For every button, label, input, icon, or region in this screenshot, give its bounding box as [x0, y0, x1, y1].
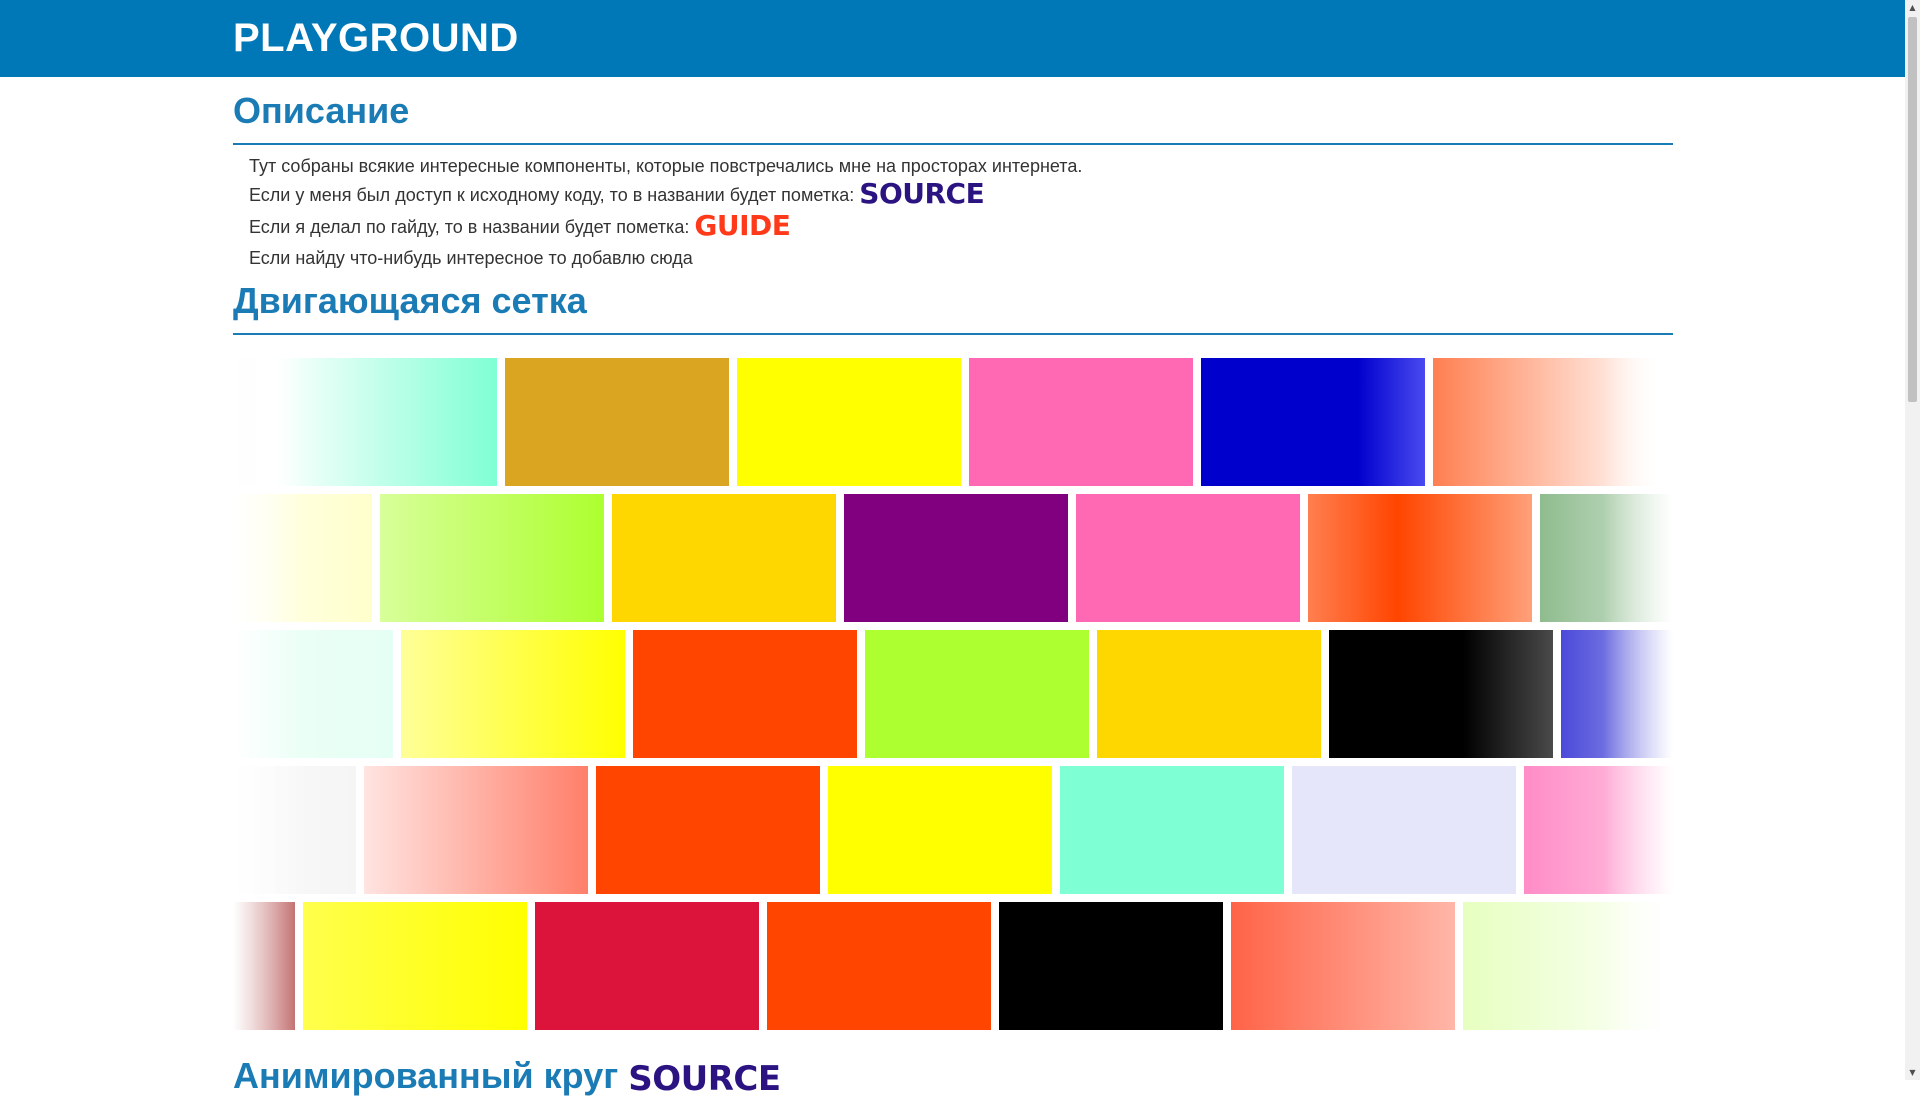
grid-tile: [844, 494, 1068, 622]
grid-tile: [596, 766, 820, 894]
guide-mark: GUIDE: [694, 209, 791, 242]
grid-tile: [364, 766, 588, 894]
grid-tile: [737, 358, 961, 486]
page-scrollbar[interactable]: ▲ ▼: [1905, 0, 1920, 1080]
grid-tile: [1076, 494, 1300, 622]
description-line-2-text: Если у меня был доступ к исходному коду,…: [249, 185, 855, 205]
description-line-3: Если я делал по гайду, то в названии буд…: [249, 209, 791, 242]
moving-grid-heading: Двигающаяся сетка: [233, 279, 1673, 335]
grid-row-3: [233, 630, 1673, 758]
scrollbar-thumb[interactable]: [1908, 17, 1917, 402]
grid-tile: [1201, 358, 1425, 486]
animated-circle-heading: Анимированный круг SOURCE: [233, 1054, 1673, 1111]
grid-tile: [865, 630, 1089, 758]
grid-tile: [767, 902, 991, 1030]
description-line-4: Если найду что-нибудь интересное то доба…: [249, 248, 693, 268]
grid-tile: [233, 630, 393, 758]
grid-tile: [1060, 766, 1284, 894]
grid-tile: [505, 358, 729, 486]
scroll-up-arrow-icon[interactable]: ▲: [1905, 0, 1920, 15]
grid-tile: [633, 630, 857, 758]
grid-row-1: [233, 358, 1673, 486]
grid-tile: [1524, 766, 1673, 894]
grid-tile: [233, 766, 356, 894]
description-line-3-text: Если я делал по гайду, то в названии буд…: [249, 217, 690, 237]
grid-tile: [1308, 494, 1532, 622]
grid-tile: [1097, 630, 1321, 758]
grid-tile: [999, 902, 1223, 1030]
grid-tile: [535, 902, 759, 1030]
grid-row-2: [233, 494, 1673, 622]
grid-tile: [233, 358, 265, 486]
grid-tile: [233, 902, 295, 1030]
source-mark: SOURCE: [859, 177, 985, 210]
moving-grid: [233, 354, 1673, 1034]
grid-tile: [401, 630, 625, 758]
description-line-1: Тут собраны всякие интересные компоненты…: [249, 156, 1083, 176]
animated-circle-title: Анимированный круг: [233, 1055, 619, 1096]
top-header: PLAYGROUND: [0, 0, 1905, 77]
grid-tile: [273, 358, 497, 486]
site-brand[interactable]: PLAYGROUND: [233, 0, 519, 77]
grid-tile: [1231, 902, 1455, 1030]
scroll-down-arrow-icon[interactable]: ▼: [1905, 1065, 1920, 1080]
grid-tile: [233, 494, 372, 622]
grid-tile: [380, 494, 604, 622]
grid-tile: [969, 358, 1193, 486]
grid-tile: [303, 902, 527, 1030]
grid-row-4: [233, 766, 1673, 894]
grid-tile: [1463, 902, 1673, 1030]
description-line-2: Если у меня был доступ к исходному коду,…: [249, 177, 985, 210]
grid-tile: [1292, 766, 1516, 894]
grid-tile: [612, 494, 836, 622]
grid-tile: [1433, 358, 1657, 486]
description-heading: Описание: [233, 89, 1673, 145]
grid-tile: [828, 766, 1052, 894]
grid-tile: [1329, 630, 1553, 758]
grid-tile: [1561, 630, 1673, 758]
animated-circle-source-mark: SOURCE: [628, 1059, 781, 1099]
grid-row-5: [233, 902, 1673, 1030]
grid-tile: [1540, 494, 1673, 622]
